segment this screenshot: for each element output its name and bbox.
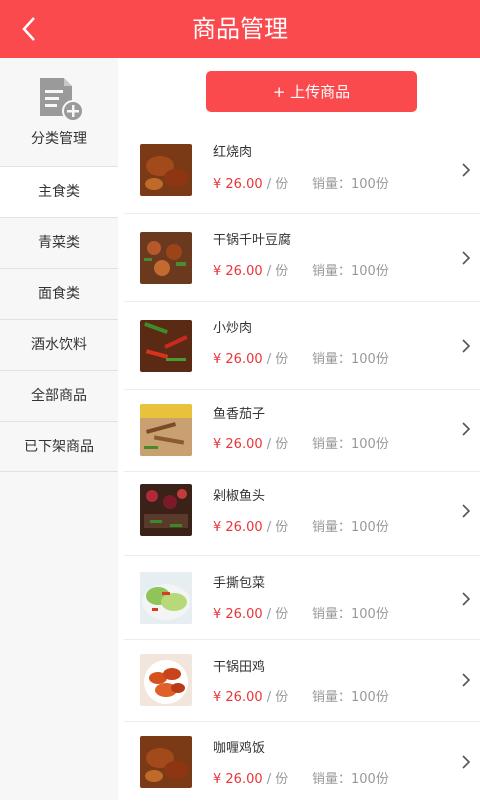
chevron-right-icon [462, 504, 471, 518]
product-name: 咖喱鸡饭 [213, 741, 266, 756]
category-manage-label: 分类管理 [31, 131, 87, 147]
sidebar-item-noodles[interactable]: 面食类 [0, 268, 118, 319]
chevron-right-icon [462, 163, 471, 177]
product-price: ¥ 26.00 / 份 [213, 607, 289, 622]
product-image [140, 144, 192, 196]
product-sales: 销量：100份 [312, 772, 389, 787]
product-row[interactable]: 干锅田鸡 ¥ 26.00 / 份 销量：100份 [124, 640, 480, 722]
product-sales: 销量：100份 [312, 607, 389, 622]
product-list: 红烧肉 ¥ 26.00 / 份 销量：100份 干锅千叶豆腐 ¥ 26.00 /… [118, 128, 480, 802]
product-row[interactable]: 红烧肉 ¥ 26.00 / 份 销量：100份 [124, 128, 480, 214]
product-name: 干锅田鸡 [213, 660, 266, 675]
product-name: 剁椒鱼头 [213, 489, 266, 504]
chevron-right-icon [462, 592, 471, 606]
product-panel: + 上传商品 红烧肉 ¥ 26.00 / 份 销量：100份 干锅千叶豆腐 ¥ … [118, 58, 480, 800]
sidebar-item-staple[interactable]: 主食类 [0, 166, 118, 217]
product-name: 干锅千叶豆腐 [213, 233, 292, 248]
sidebar-item-vegetables[interactable]: 青菜类 [0, 217, 118, 268]
chevron-right-icon [462, 251, 471, 265]
product-image [140, 736, 192, 788]
category-manage-button[interactable]: 分类管理 [0, 58, 118, 166]
product-name: 红烧肉 [213, 145, 253, 160]
product-row[interactable]: 手撕包菜 ¥ 26.00 / 份 销量：100份 [124, 556, 480, 640]
product-price: ¥ 26.00 / 份 [213, 264, 289, 279]
product-name: 小炒肉 [213, 321, 253, 336]
app-header: 商品管理 [0, 0, 480, 58]
product-price: ¥ 26.00 / 份 [213, 772, 289, 787]
product-row[interactable]: 小炒肉 ¥ 26.00 / 份 销量：100份 [124, 302, 480, 390]
product-row[interactable]: 干锅千叶豆腐 ¥ 26.00 / 份 销量：100份 [124, 214, 480, 302]
product-image [140, 320, 192, 372]
product-sales: 销量：100份 [312, 520, 389, 535]
product-row[interactable]: 鱼香茄子 ¥ 26.00 / 份 销量：100份 [124, 390, 480, 472]
chevron-right-icon [462, 422, 471, 436]
product-image [140, 484, 192, 536]
product-price: ¥ 26.00 / 份 [213, 690, 289, 705]
product-sales: 销量：100份 [312, 264, 389, 279]
page-title: 商品管理 [192, 15, 288, 43]
product-image [140, 404, 192, 456]
product-image [140, 654, 192, 706]
sidebar-item-all[interactable]: 全部商品 [0, 370, 118, 421]
product-price: ¥ 26.00 / 份 [213, 437, 289, 452]
product-name: 手撕包菜 [213, 576, 266, 591]
product-sales: 销量：100份 [312, 177, 389, 192]
product-price: ¥ 26.00 / 份 [213, 177, 289, 192]
product-image [140, 232, 192, 284]
product-image [140, 572, 192, 624]
product-sales: 销量：100份 [312, 437, 389, 452]
product-price: ¥ 26.00 / 份 [213, 352, 289, 367]
product-name: 鱼香茄子 [213, 407, 266, 422]
product-row[interactable]: 咖喱鸡饭 ¥ 26.00 / 份 销量：100份 [124, 722, 480, 802]
upload-product-button[interactable]: + 上传商品 [206, 71, 417, 112]
product-sales: 销量：100份 [312, 352, 389, 367]
product-row[interactable]: 剁椒鱼头 ¥ 26.00 / 份 销量：100份 [124, 472, 480, 556]
category-sidebar: 分类管理 主食类 青菜类 面食类 酒水饮料 全部商品 已下架商品 [0, 58, 118, 800]
chevron-right-icon [462, 339, 471, 353]
chevron-right-icon [462, 755, 471, 769]
sidebar-item-delisted[interactable]: 已下架商品 [0, 421, 118, 472]
sidebar-item-drinks[interactable]: 酒水饮料 [0, 319, 118, 370]
document-add-icon [40, 78, 84, 122]
product-price: ¥ 26.00 / 份 [213, 520, 289, 535]
product-sales: 销量：100份 [312, 690, 389, 705]
chevron-right-icon [462, 673, 471, 687]
